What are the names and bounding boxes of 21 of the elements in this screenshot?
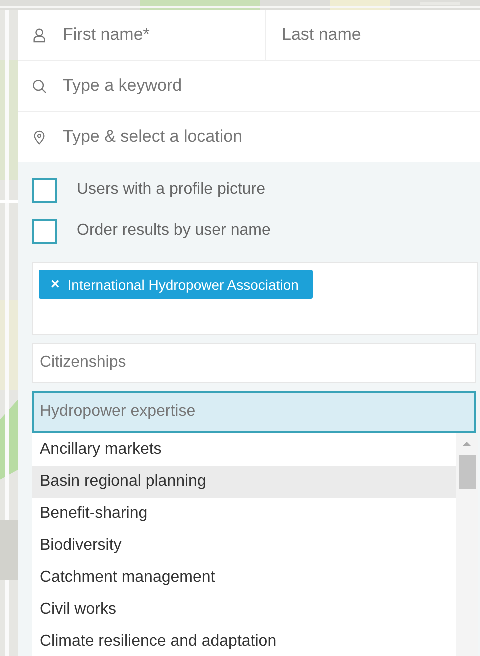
checkbox[interactable] xyxy=(32,178,57,202)
checkbox-label: Order results by user name xyxy=(77,222,271,240)
dropdown-option[interactable]: Basin regional planning xyxy=(32,466,456,498)
dropdown-option[interactable]: Catchment management xyxy=(32,562,456,594)
dropdown-option[interactable]: Ancillary markets xyxy=(32,434,456,466)
checkbox[interactable] xyxy=(32,218,57,244)
first-name-field[interactable]: First name* xyxy=(61,24,265,46)
scrollbar[interactable] xyxy=(456,433,478,656)
expertise-field[interactable]: Hydropower expertise xyxy=(32,391,476,433)
last-name-field[interactable]: Last name xyxy=(280,24,480,46)
dropdown-option[interactable]: Benefit-sharing xyxy=(32,498,456,530)
checkbox-label: Users with a profile picture xyxy=(77,181,266,199)
person-icon xyxy=(32,28,47,42)
keyword-field[interactable]: Type a keyword xyxy=(61,75,445,97)
citizenships-field[interactable]: Citizenships xyxy=(32,343,476,383)
search-icon xyxy=(32,78,47,94)
location-pin-icon xyxy=(32,130,47,144)
dropdown-option[interactable]: Biodiversity xyxy=(32,530,456,562)
dropdown-option[interactable]: Climate resilience and adaptation xyxy=(32,626,456,656)
dropdown-option[interactable]: Civil works xyxy=(32,594,456,626)
location-field[interactable]: Type & select a location xyxy=(61,126,445,148)
